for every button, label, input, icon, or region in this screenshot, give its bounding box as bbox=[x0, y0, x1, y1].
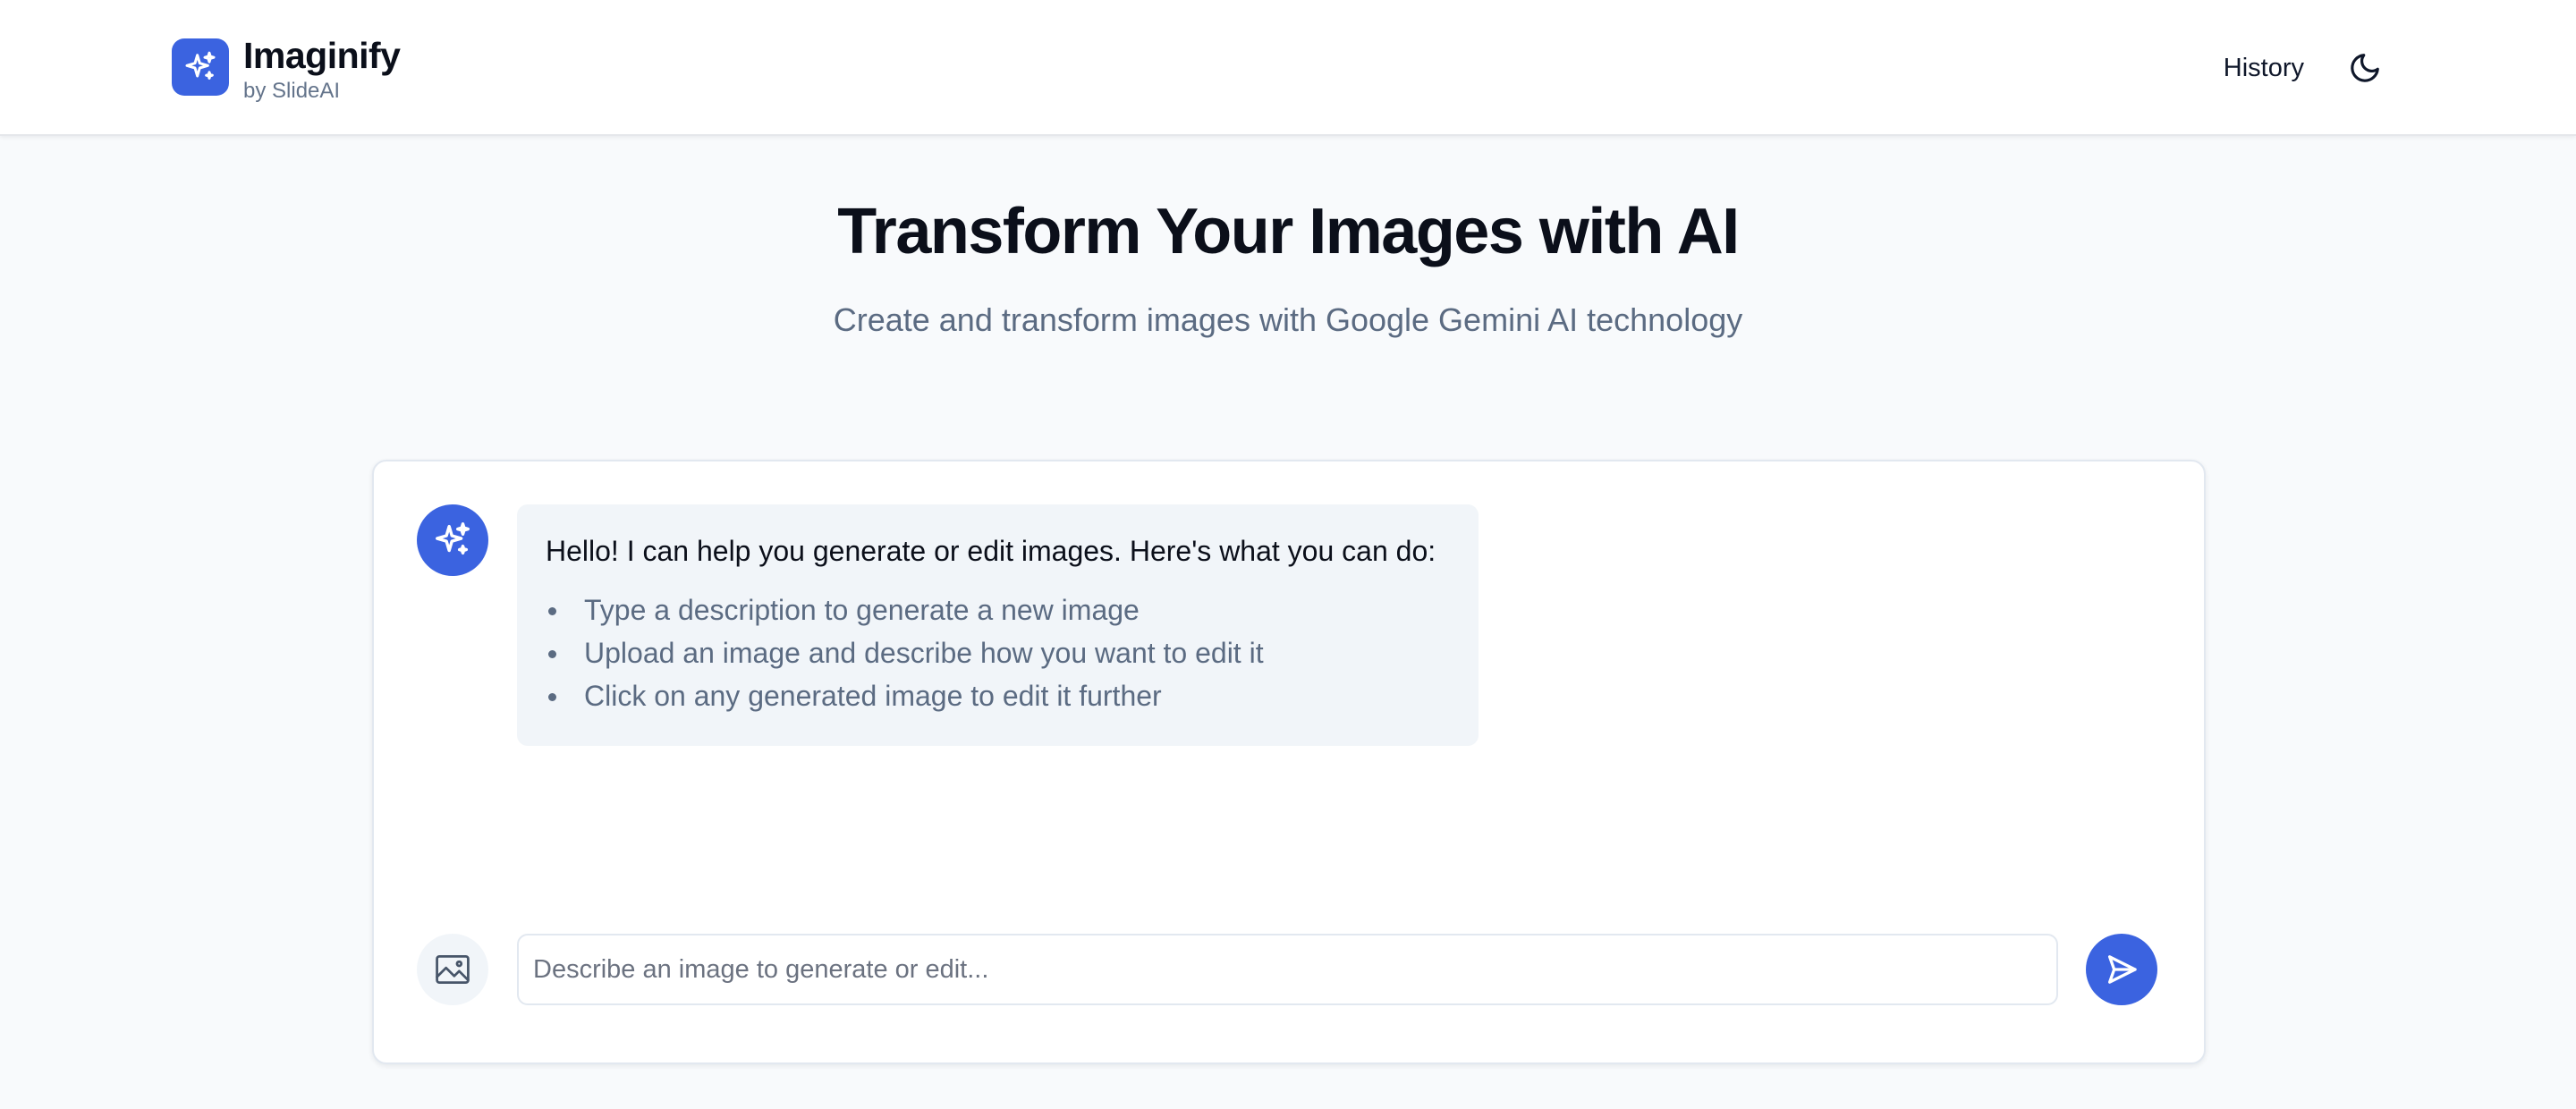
send-icon bbox=[2108, 955, 2137, 984]
chat-panel: Hello! I can help you generate or edit i… bbox=[372, 460, 2206, 1064]
app-header: Imaginify by SlideAI History bbox=[0, 0, 2576, 136]
sparkles-icon bbox=[172, 38, 229, 96]
assistant-avatar bbox=[417, 504, 488, 576]
message-list: Type a description to generate a new ima… bbox=[546, 588, 1450, 717]
list-item: Upload an image and describe how you wan… bbox=[546, 631, 1450, 674]
app-name: Imaginify bbox=[243, 35, 401, 76]
upload-image-button[interactable] bbox=[417, 934, 488, 1005]
moon-icon[interactable] bbox=[2338, 41, 2392, 95]
message-intro: Hello! I can help you generate or edit i… bbox=[546, 535, 1436, 567]
list-item: Type a description to generate a new ima… bbox=[546, 588, 1450, 631]
list-item: Click on any generated image to edit it … bbox=[546, 674, 1450, 717]
brand[interactable]: Imaginify by SlideAI bbox=[172, 35, 401, 106]
prompt-input[interactable] bbox=[517, 934, 2058, 1005]
page-subtitle: Create and transform images with Google … bbox=[833, 301, 1743, 338]
history-button[interactable]: History bbox=[2220, 47, 2308, 90]
image-icon bbox=[436, 954, 470, 985]
header-nav: History bbox=[2220, 41, 2392, 95]
sparkles-icon bbox=[436, 522, 470, 555]
send-button[interactable] bbox=[2086, 934, 2157, 1005]
assistant-message: Hello! I can help you generate or edit i… bbox=[517, 504, 1479, 746]
page-title: Transform Your Images with AI bbox=[837, 196, 1740, 267]
app-byline: by SlideAI bbox=[243, 79, 341, 103]
